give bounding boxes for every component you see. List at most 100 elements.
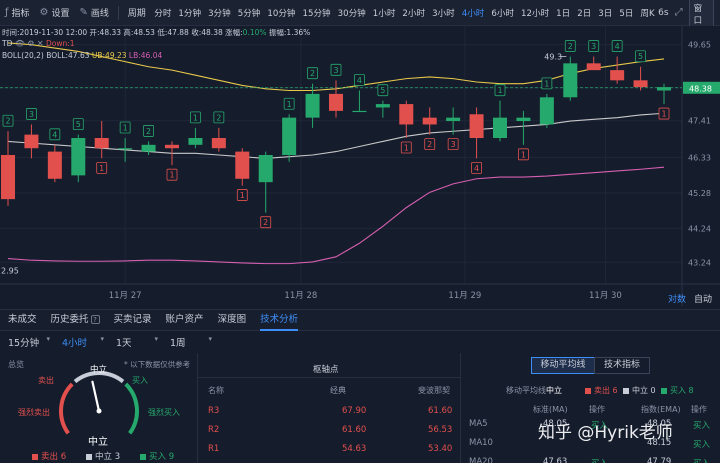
tab-technical-indicators-label: 技术指标 — [603, 360, 640, 370]
high-label: 高: — [123, 28, 134, 37]
candlestick-chart[interactable]: 2 3 4 5 1 1 2 1 1 2 1 2 1 2 3 4 5 1 2 3 4 1 1 1 2 3 4 5 1 49.3 2.95 49.… — [0, 26, 720, 306]
candle-body — [47, 151, 62, 179]
td-marker-label: 5 — [76, 120, 81, 129]
tab-label: 买卖记录 — [113, 314, 152, 325]
neutral-dot — [86, 453, 92, 460]
td-marker-label: 4 — [474, 164, 479, 173]
td-marker-label: 4 — [615, 42, 620, 51]
period-button[interactable]: 周期 — [123, 6, 151, 19]
gauge-needle — [91, 380, 101, 413]
period-option[interactable]: 1分钟 — [175, 7, 205, 19]
gauge-needle-pivot — [96, 408, 102, 414]
tab-technical-indicators[interactable]: 技术指标 — [594, 357, 650, 374]
boll-info: BOLL(20,2) BOLL:47.63 UB:49.23 LB:46.04 — [2, 51, 162, 60]
indicator-button[interactable]: ƒ 指标 — [0, 6, 35, 19]
gear-icon: ⚙ — [39, 7, 49, 18]
buy-dot — [140, 453, 146, 460]
period-option[interactable]: 3分钟 — [205, 7, 235, 19]
settings-label: 设置 — [51, 9, 70, 19]
ma-sell-dot — [585, 387, 591, 394]
period-option[interactable]: 6小时 — [488, 7, 518, 19]
tab-label: 技术分析 — [260, 314, 299, 325]
period-option[interactable]: 30分钟 — [334, 7, 369, 19]
chevron-down-icon: ▾ — [154, 335, 158, 343]
boll-upper-value: UB:49.23 — [91, 51, 127, 60]
period-option[interactable]: 1小时 — [369, 7, 399, 19]
period-option[interactable]: 2日 — [574, 7, 595, 19]
period-option[interactable]: 周K — [637, 7, 658, 19]
date-tick-label: 11月 29 — [448, 291, 481, 301]
ma-col-standard: 标准(MA) — [533, 405, 568, 414]
period-option[interactable]: 15分钟 — [299, 7, 334, 19]
period-list: 分时 1分钟 3分钟 5分钟 10分钟 15分钟 30分钟 1小时 2小时 3小时 4小时 6小时 12… — [151, 7, 658, 19]
period-option[interactable]: 4小时 — [458, 7, 488, 19]
open-value: 48.33 — [99, 28, 122, 37]
pivot-cell-classic: 67.90 — [342, 406, 367, 416]
candle-body — [422, 117, 437, 125]
period-selector[interactable]: 1周 ▾ — [170, 335, 212, 349]
period-option[interactable]: 分时 — [151, 7, 175, 19]
settings-button[interactable]: ⚙ 设置 — [35, 6, 75, 19]
td-marker-label: 4 — [52, 130, 57, 139]
current-price-tag-label: 48.38 — [689, 84, 712, 93]
candle-body — [305, 93, 320, 118]
period-option[interactable]: 12小时 — [518, 7, 553, 19]
tab-item[interactable]: 历史委托? — [51, 309, 100, 331]
pivot-cell-fib: 61.60 — [428, 406, 453, 416]
period-option[interactable]: 3小时 — [429, 7, 459, 19]
pencil-icon: ✎ — [79, 7, 88, 18]
td-marker-label: 1 — [497, 86, 502, 95]
eye-icon[interactable]: 👁 — [15, 39, 25, 48]
candle-body — [71, 138, 86, 176]
period-selector-label: 1天 — [116, 338, 132, 349]
sell-count-text: 卖出 6 — [41, 452, 67, 462]
help-icon[interactable]: ? — [90, 315, 100, 324]
td-marker-label: 1 — [169, 171, 174, 180]
period-selector[interactable]: 15分钟 ▾ — [8, 335, 50, 349]
date-tick-label: 11月 30 — [589, 291, 622, 301]
price-tick-label: 43.24 — [688, 258, 711, 267]
period-option[interactable]: 3日 — [595, 7, 616, 19]
ma-sell-count-text: 卖出 6 — [594, 386, 618, 395]
candle-body — [235, 151, 250, 179]
ma-sell-count: 卖出 6 — [585, 385, 618, 396]
tab-label: 历史委托 — [50, 314, 89, 325]
period-option[interactable]: 2小时 — [399, 7, 429, 19]
period-selector[interactable]: 1天 ▾ — [116, 335, 158, 349]
open-label: 开: — [89, 28, 100, 37]
draw-button[interactable]: ✎ 画线 — [75, 6, 114, 19]
expand-icon[interactable]: ⤢ — [675, 7, 683, 18]
buy-count-text: 买入 9 — [149, 452, 175, 462]
pivot-title: 枢轴点 — [313, 365, 339, 375]
high-value: 48.53 — [133, 28, 155, 37]
period-option[interactable]: 10分钟 — [264, 7, 299, 19]
close-icon[interactable]: ✕ — [37, 39, 44, 48]
period-selector[interactable]: 4小时 ▾ — [62, 335, 104, 349]
candle-body — [352, 110, 367, 113]
period-option[interactable]: 5日 — [616, 7, 637, 19]
tab-item[interactable]: 技术分析 — [260, 309, 299, 331]
log-scale-toggle[interactable]: 对数 — [668, 292, 686, 305]
gear-icon[interactable]: ⚙ — [27, 39, 34, 48]
candle-body — [165, 144, 179, 149]
tab-item[interactable]: 账户资产 — [166, 309, 204, 331]
period-option[interactable]: 1日 — [553, 7, 574, 19]
candle-body — [657, 87, 671, 91]
candle-body — [469, 114, 484, 139]
tab-moving-average[interactable]: 移动平均线 — [531, 357, 595, 374]
tab-item[interactable]: 买卖记录 — [114, 309, 152, 331]
pivot-cell-fib: 53.40 — [428, 444, 453, 454]
tab-item[interactable]: 未成交 — [8, 309, 37, 331]
gauge-buy-arc — [124, 382, 139, 435]
price-tick-label: 46.33 — [688, 153, 711, 162]
ma-neutral-count: 中立 0 — [623, 385, 656, 396]
period-option[interactable]: 5分钟 — [234, 7, 264, 19]
ma-col-action-2: 操作 — [691, 405, 707, 414]
ma-cell-ma: 47.63 — [543, 457, 568, 463]
td-marker-label: 3 — [29, 110, 34, 119]
auto-scale-toggle[interactable]: 自动 — [694, 292, 712, 305]
tab-item[interactable]: 深度图 — [218, 309, 247, 331]
date-tick-label: 11月 28 — [284, 291, 317, 301]
watermark: 知乎 @Hyrik老师 — [538, 423, 673, 443]
period-selector-label: 4小时 — [62, 338, 88, 349]
